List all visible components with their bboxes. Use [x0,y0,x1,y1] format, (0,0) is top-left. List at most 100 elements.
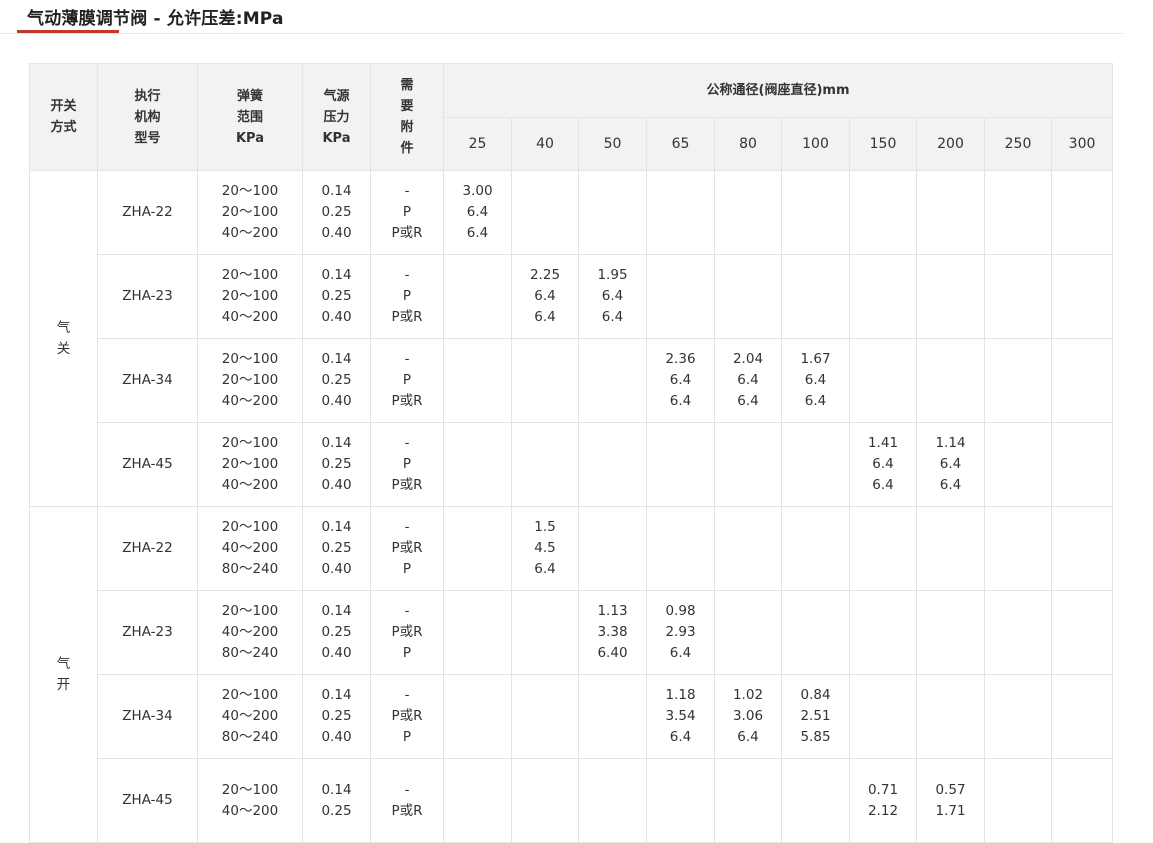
pressure-diff-cell [646,506,715,591]
model-cell: ZHA-34 [97,338,198,423]
pressure-diff-cell [714,758,782,843]
spring-range-value: 20～100 [221,267,279,283]
spring-range-cell: 20～100 40～200 [197,758,303,843]
accessory-value: P或R [391,624,423,640]
pressure-diff-cell [511,674,579,759]
pressure-diff-value: 6.4 [601,288,624,304]
pressure-diff-cell [511,338,579,423]
table-header: 开关 方式 执行 机构 型号 弹簧 范围 KPa 气源 压力 KPa 需 要 附 [29,63,1114,171]
pressure-diff-cell [984,338,1052,423]
pressure-diff-cell: 1.14 6.4 6.4 [916,422,985,507]
pressure-diff-value: 2.12 [867,802,899,819]
pressure-diff-cell [714,254,782,339]
table-row: ZHA-34 20～100 20～100 40～200 0.14 0.25 0.40 - P P或… [30,338,1114,423]
pressure-diff-cell [1050,254,1114,339]
air-pressure-value: 0.40 [321,561,352,577]
mode-char: 关 [56,340,71,357]
pressure-diff-value: 0.57 [935,781,966,798]
pressure-diff-cell: 2.36 6.4 6.4 [646,338,715,423]
page-title: 气动薄膜调节阀 - 允许压差:MPa [27,9,284,29]
title-underline [17,30,119,33]
pressure-diff-cell [511,422,579,507]
pressure-diff-cell [443,758,512,843]
air-pressure-value: 0.40 [321,225,352,241]
pressure-diff-value: 6.4 [466,225,489,241]
accessory-value: P [402,561,412,577]
pressure-diff-value: 6.4 [669,372,692,388]
pressure-diff-cell [1050,170,1114,255]
pressure-diff-cell [714,422,782,507]
pressure-diff-cell [511,758,579,843]
air-pressure-value: 0.25 [321,372,352,388]
pressure-diff-value: 1.71 [935,802,966,819]
mode-char: 开 [56,676,71,693]
accessory-cell: - P或R P [370,674,444,759]
pressure-diff-value: 2.51 [800,708,831,724]
pressure-diff-cell [578,422,647,507]
air-pressure-value: 0.14 [321,267,352,283]
size-header: 65 [646,117,715,171]
air-pressure-value: 0.25 [321,288,352,304]
header-accessory-line: 附 [400,120,414,135]
mode-char: 气 [56,655,71,672]
pressure-diff-cell [578,674,647,759]
accessory-value: P或R [391,708,423,724]
pressure-diff-cell: 3.00 6.4 6.4 [443,170,512,255]
pressure-diff-cell [984,506,1052,591]
air-pressure-cell: 0.14 0.25 0.40 [302,674,371,759]
pressure-diff-value: 4.5 [534,540,556,556]
spring-range-value: 80～240 [221,645,279,661]
pressure-diff-cell [443,338,512,423]
pressure-diff-value: 1.14 [935,435,966,451]
model-cell: ZHA-22 [97,170,198,255]
pressure-diff-value: 6.4 [872,477,894,493]
air-pressure-value: 0.40 [321,729,352,745]
air-pressure-value: 0.40 [321,393,352,409]
spring-range-value: 40～200 [221,708,279,724]
pressure-diff-cell [443,674,512,759]
pressure-diff-cell: 0.84 2.51 5.85 [781,674,850,759]
pressure-diff-value: 6.4 [466,204,489,220]
pressure-diff-value: 2.36 [665,351,696,367]
air-pressure-value: 0.14 [321,435,352,451]
pressure-diff-cell: 1.95 6.4 6.4 [578,254,647,339]
air-pressure-cell: 0.14 0.25 0.40 [302,506,371,591]
accessory-value: P [402,456,412,472]
model-cell: ZHA-23 [97,590,198,675]
size-header: 40 [511,117,579,171]
pressure-diff-value: 6.40 [597,645,628,661]
model-cell: ZHA-23 [97,254,198,339]
spring-range-value: 40～200 [221,624,279,640]
pressure-diff-cell [578,506,647,591]
spring-range-cell: 20～100 40～200 80～240 [197,590,303,675]
pressure-diff-cell: 2.04 6.4 6.4 [714,338,782,423]
header-model-line: 机构 [134,109,161,125]
pressure-diff-cell [849,590,917,675]
pressure-diff-value: 2.25 [529,267,561,283]
pressure-diff-cell [781,506,850,591]
table-row: ZHA-23 20～100 20～100 40～200 0.14 0.25 0.40 - P P或… [30,254,1114,339]
accessory-value: P [402,288,412,304]
header-accessory: 需 要 附 件 [370,63,444,171]
pressure-diff-cell [443,506,512,591]
header-air-line: 压力 [323,109,350,125]
header-mode: 开关 方式 [29,63,98,171]
accessory-value: - [404,183,410,199]
pressure-diff-cell [578,338,647,423]
pressure-diff-cell [781,590,850,675]
pressure-diff-cell [849,674,917,759]
pressure-diff-value: 0.84 [800,687,831,703]
pressure-diff-value: 1.02 [732,687,764,703]
size-header: 100 [781,117,850,171]
accessory-value: - [404,267,410,283]
mode-cell: 气关 [29,170,98,507]
size-header: 25 [443,117,512,171]
accessory-cell: - P P或R [370,170,444,255]
air-pressure-value: 0.14 [321,781,352,798]
pressure-diff-cell [849,506,917,591]
spring-range-cell: 20～100 40～200 80～240 [197,506,303,591]
pressure-diff-cell [849,170,917,255]
spring-range-value: 20～100 [221,781,279,798]
header-model-line: 型号 [134,130,161,146]
accessory-cell: - P P或R [370,254,444,339]
